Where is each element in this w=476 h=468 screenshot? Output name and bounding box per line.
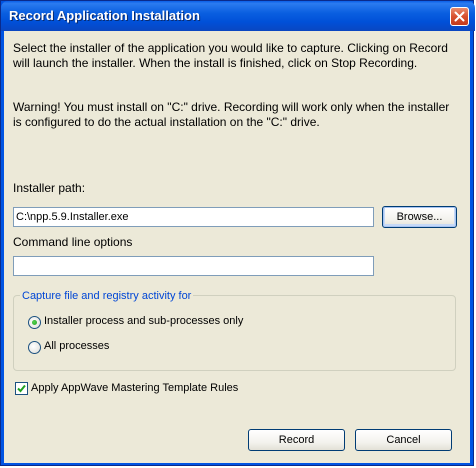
- checkmark-icon: [17, 384, 26, 393]
- capture-group-legend: Capture file and registry activity for: [20, 290, 194, 302]
- radio-all-processes-label[interactable]: All processes: [44, 340, 109, 352]
- radio-all-processes[interactable]: [28, 341, 41, 354]
- dialog-body: Select the installer of the application …: [4, 31, 470, 463]
- template-rules-checkbox[interactable]: [15, 382, 28, 395]
- radio-selected-dot: [32, 320, 37, 325]
- cancel-button[interactable]: Cancel: [355, 429, 452, 451]
- title-bar[interactable]: Record Application Installation: [1, 1, 475, 31]
- command-line-label: Command line options: [13, 235, 133, 249]
- record-button[interactable]: Record: [248, 429, 345, 451]
- template-rules-label[interactable]: Apply AppWave Mastering Template Rules: [31, 382, 238, 394]
- close-icon: [454, 11, 465, 22]
- close-button[interactable]: [450, 7, 469, 26]
- radio-installer-process[interactable]: [28, 316, 41, 329]
- installer-path-label: Installer path:: [13, 181, 86, 195]
- cancel-button-label: Cancel: [386, 434, 421, 446]
- window-title: Record Application Installation: [9, 8, 200, 23]
- command-line-input[interactable]: [13, 256, 374, 276]
- radio-installer-process-label[interactable]: Installer process and sub-processes only: [44, 315, 243, 327]
- browse-button[interactable]: Browse...: [382, 206, 457, 228]
- installer-path-input[interactable]: C:\npp.5.9.Installer.exe: [13, 207, 374, 227]
- instructions-text: Select the installer of the application …: [13, 41, 448, 70]
- capture-groupbox: [13, 295, 456, 371]
- warning-text: Warning! You must install on "C:" drive.…: [13, 100, 450, 129]
- record-button-label: Record: [278, 434, 315, 446]
- browse-button-label: Browse...: [396, 211, 443, 223]
- dialog-window: Record Application Installation Select t…: [0, 0, 475, 466]
